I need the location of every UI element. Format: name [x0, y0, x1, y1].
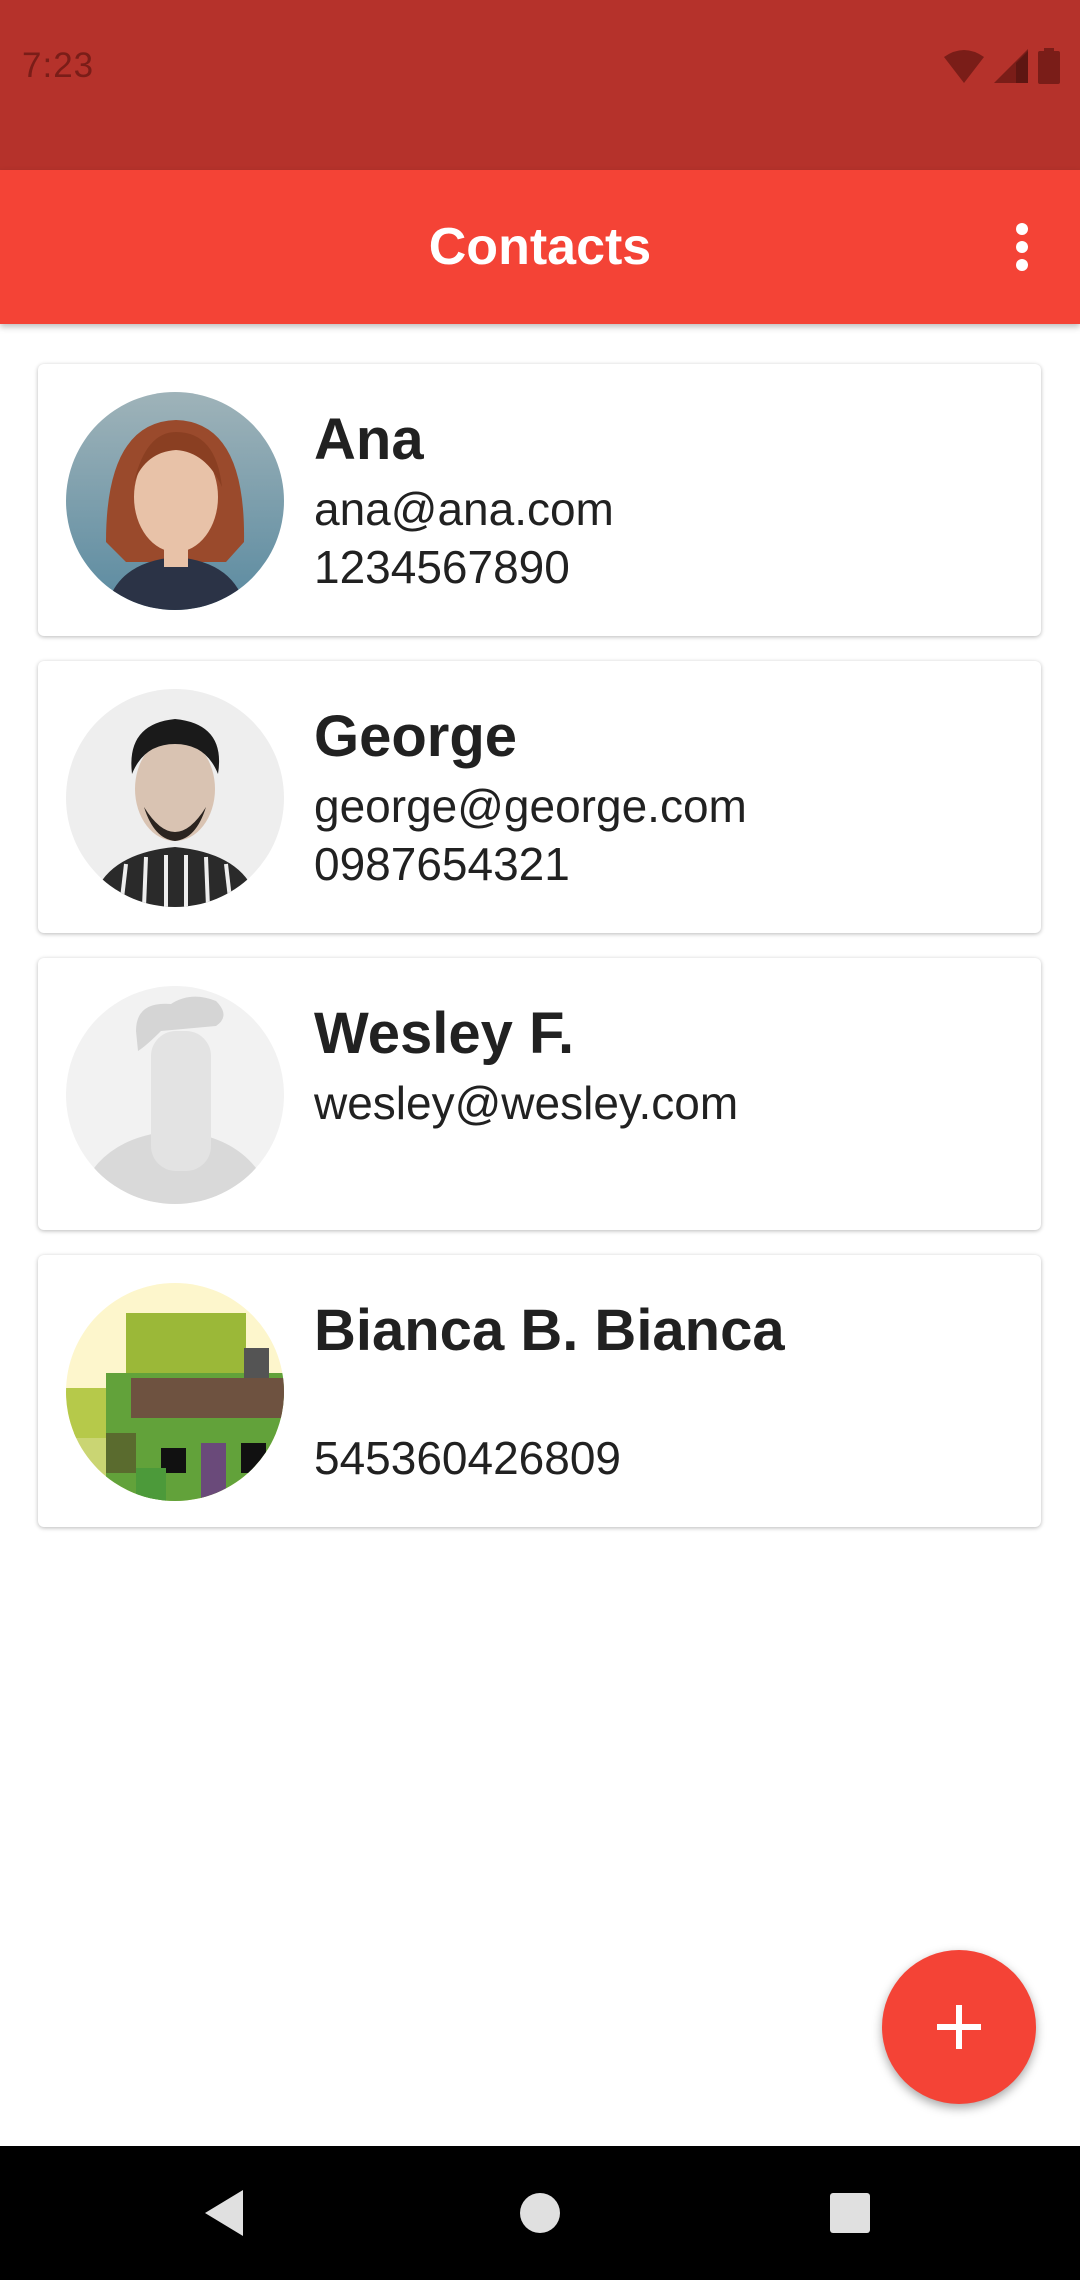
battery-icon: [1038, 47, 1060, 89]
contact-card-ana[interactable]: Ana ana@ana.com 1234567890: [38, 364, 1041, 636]
overflow-menu-button[interactable]: [982, 207, 1062, 287]
more-vert-icon: [1016, 223, 1028, 271]
home-button[interactable]: [505, 2178, 575, 2248]
recents-button[interactable]: [815, 2178, 885, 2248]
contact-phone: 0987654321: [314, 838, 570, 890]
contact-card-bianca[interactable]: Bianca B. Bianca 545360426809: [38, 1255, 1041, 1527]
avatar: [66, 689, 284, 907]
contact-name: George: [314, 704, 518, 769]
system-nav-bar: [0, 2146, 1080, 2280]
contact-email: wesley@wesley.com: [314, 1077, 739, 1129]
plus-icon: [937, 2005, 981, 2049]
recents-icon: [830, 2193, 870, 2233]
contact-phone: 1234567890: [314, 541, 570, 593]
cell-signal-icon: [994, 48, 1028, 88]
contact-card-wesley[interactable]: Wesley F. wesley@wesley.com: [38, 958, 1041, 1230]
contact-phone: 545360426809: [314, 1432, 621, 1484]
page-title: Contacts: [428, 218, 652, 276]
back-icon: [205, 2190, 243, 2236]
contact-email: george@george.com: [314, 780, 747, 832]
wifi-icon: [944, 49, 984, 88]
contact-name: Bianca B. Bianca: [314, 1298, 785, 1363]
contact-name: Ana: [314, 407, 424, 472]
status-icons: [944, 47, 1060, 89]
contact-name: Wesley F.: [314, 1001, 575, 1066]
avatar: [66, 986, 284, 1204]
add-contact-button[interactable]: [882, 1950, 1036, 2104]
status-bar: 7:23: [0, 0, 1080, 170]
home-icon: [520, 2193, 560, 2233]
contact-email: ana@ana.com: [314, 483, 614, 535]
avatar: [66, 392, 284, 610]
status-time: 7:23: [22, 46, 95, 85]
app-bar: Contacts: [0, 170, 1080, 324]
contact-card-george[interactable]: George george@george.com 0987654321: [38, 661, 1041, 933]
back-button[interactable]: [190, 2178, 260, 2248]
avatar: [66, 1283, 284, 1501]
